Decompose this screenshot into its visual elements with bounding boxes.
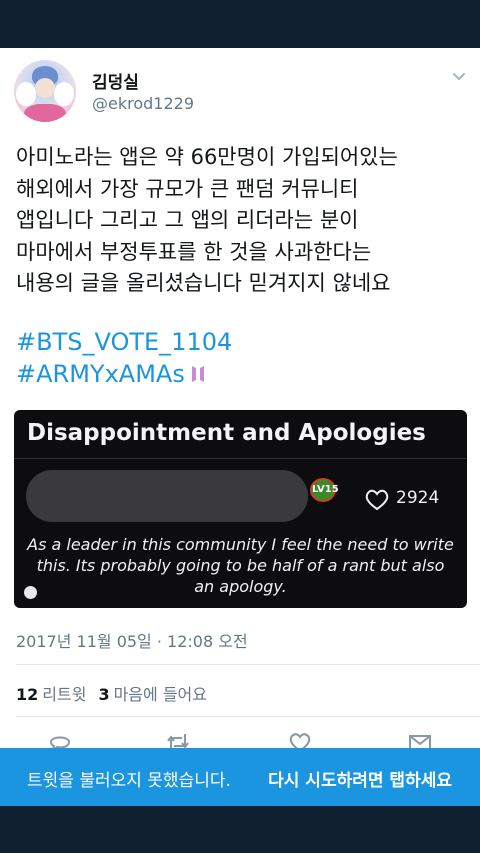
media-body-line: an apology. — [194, 577, 287, 596]
retweet-count: 12 — [16, 685, 39, 704]
retweets-stat[interactable]: 12 리트윗 — [16, 685, 86, 704]
tweet-card: 김덩실 @ekrod1229 아미노라는 앱은 약 66만명이 가입되어있는 해… — [0, 48, 480, 748]
like-icon[interactable] — [288, 732, 312, 748]
redacted-author-bar — [26, 470, 308, 522]
tweet-text-line: 내용의 글을 올리셨습니다 믿겨지지 않네요 — [16, 271, 391, 295]
media-body-line: this. Its probably going to be half of a… — [36, 556, 445, 575]
bottom-bar — [0, 806, 480, 853]
hashtag-link[interactable]: #ARMYxAMAs — [16, 360, 205, 388]
likes-stat[interactable]: 3 마음에 들어요 — [98, 685, 207, 704]
media-like-count: 2924 — [396, 488, 440, 508]
bts-logo-icon — [191, 366, 204, 382]
media-body-line: As a leader in this community I feel the… — [27, 535, 454, 554]
hashtag-text: #BTS_VOTE_1104 — [16, 328, 233, 356]
chevron-down-icon[interactable] — [452, 70, 466, 84]
avatar-shirt — [24, 104, 66, 122]
hashtag-text: #ARMYxAMAs — [16, 360, 185, 388]
level-badge: LV15 — [310, 478, 339, 502]
like-count: 3 — [98, 685, 110, 704]
tweet-text-line: 마마에서 부정투표를 한 것을 사과한다는 — [16, 239, 372, 264]
avatar-face — [35, 78, 55, 98]
hashtag-link[interactable]: #BTS_VOTE_1104 — [16, 328, 232, 356]
avatar[interactable] — [14, 60, 76, 122]
engagement-stats: 12 리트윗 3 마음에 들어요 — [16, 681, 207, 705]
media-body-text: As a leader in this community I feel the… — [14, 534, 467, 597]
user-handle[interactable]: @ekrod1229 — [92, 94, 194, 113]
like-label: 마음에 들어요 — [113, 685, 207, 704]
retweet-icon[interactable] — [166, 732, 190, 748]
tweet-text-line: 앱입니다 그리고 그 앱의 리더라는 분이 — [16, 208, 359, 232]
avatar-plush-left — [16, 82, 36, 106]
heart-icon — [365, 489, 389, 511]
action-bar — [0, 728, 480, 748]
retry-button[interactable]: 다시 시도하려면 탭하세요 — [268, 766, 452, 791]
divider — [16, 664, 480, 665]
tweet-text-line: 아미노라는 앱은 약 66만명이 가입되어있는 — [16, 145, 398, 169]
media-image[interactable]: Disappointment and Apologies LV15 2924 A… — [14, 410, 467, 608]
retweet-label: 리트윗 — [42, 685, 87, 704]
avatar-plush-right — [54, 82, 74, 106]
tweet-timestamp[interactable]: 2017년 11월 05일 · 12:08 오전 — [16, 628, 248, 652]
tweet-text: 아미노라는 앱은 약 66만명이 가입되어있는 해외에서 가장 규모가 큰 팬덤… — [16, 142, 466, 300]
smiley-icon — [24, 586, 37, 599]
media-title: Disappointment and Apologies — [27, 420, 426, 446]
divider — [16, 716, 480, 717]
toast-message: 트윗을 불러오지 못했습니다. — [27, 771, 231, 791]
display-name[interactable]: 김덩실 — [92, 68, 139, 93]
error-toast[interactable]: 트윗을 불러오지 못했습니다. 다시 시도하려면 탭하세요 — [0, 748, 480, 806]
share-icon[interactable] — [408, 732, 432, 748]
media-divider — [14, 458, 467, 459]
tweet-text-line: 해외에서 가장 규모가 큰 팬덤 커뮤니티 — [16, 176, 359, 201]
reply-icon[interactable] — [48, 732, 72, 748]
top-bar — [0, 0, 480, 48]
